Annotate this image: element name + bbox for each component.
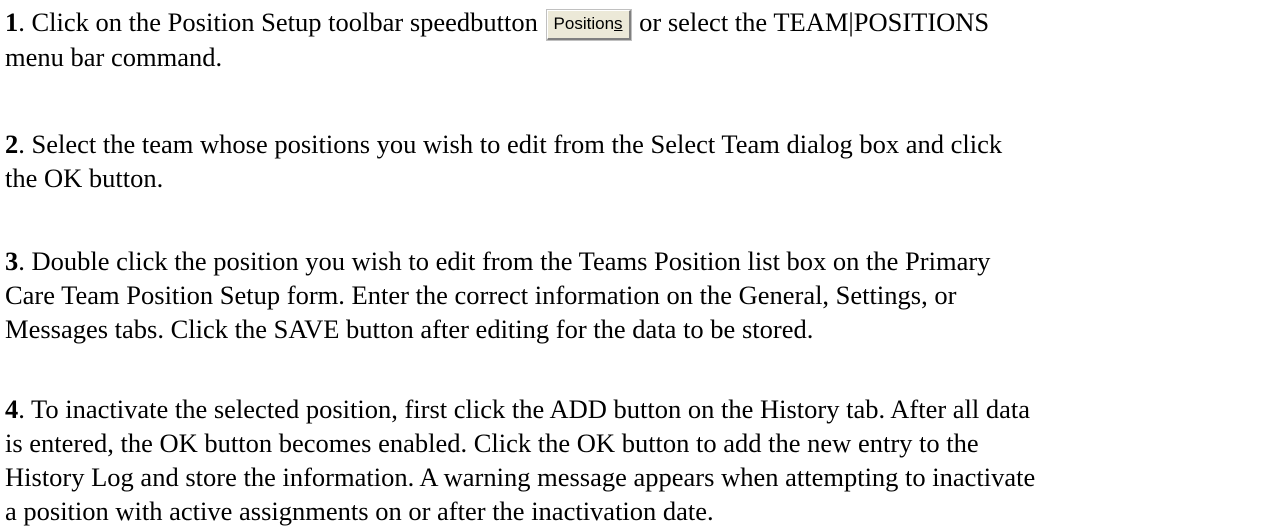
positions-button-label: Position xyxy=(553,14,615,33)
step-text: a position with active assignments on or… xyxy=(5,496,714,526)
step-text: . Select the team whose positions you wi… xyxy=(18,129,1003,159)
step-text: or select the TEAM|POSITIONS xyxy=(632,7,990,37)
step-1: 1. Click on the Position Setup toolbar s… xyxy=(5,5,989,74)
step-text: is entered, the OK button becomes enable… xyxy=(5,428,979,458)
step-text: History Log and store the information. A… xyxy=(5,462,1036,492)
step-text: . Click on the Position Setup toolbar sp… xyxy=(18,7,545,37)
step-text: . To inactivate the selected position, f… xyxy=(18,394,1031,424)
step-text: Messages tabs. Click the SAVE button aft… xyxy=(5,314,814,344)
positions-button-accelerator: s xyxy=(614,14,623,33)
step-number: 2 xyxy=(5,129,19,159)
step-text: menu bar command. xyxy=(5,42,223,72)
step-number: 3 xyxy=(5,246,19,276)
step-2: 2. Select the team whose positions you w… xyxy=(5,127,1002,195)
step-text: . Double click the position you wish to … xyxy=(18,246,991,276)
positions-speedbutton[interactable]: Positions xyxy=(545,9,632,41)
step-3: 3. Double click the position you wish to… xyxy=(5,244,990,346)
step-4: 4. To inactivate the selected position, … xyxy=(5,392,1035,528)
step-text: the OK button. xyxy=(5,163,164,193)
step-number: 1 xyxy=(5,7,19,37)
step-number: 4 xyxy=(5,394,19,424)
step-text: Care Team Position Setup form. Enter the… xyxy=(5,280,957,310)
